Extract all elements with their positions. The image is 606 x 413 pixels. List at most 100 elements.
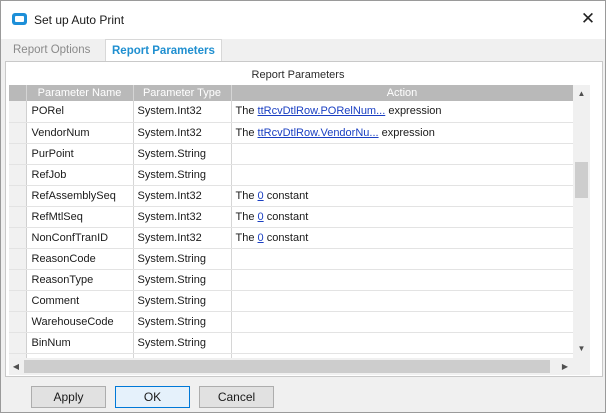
close-icon[interactable]: ✕ <box>577 7 599 31</box>
action-link[interactable]: ttRcvDtlRow.VendorNu... <box>258 127 379 139</box>
parameter-type-cell[interactable]: System.String <box>133 248 232 270</box>
parameter-name-cell[interactable]: RefMtlSeq <box>26 206 134 228</box>
parameter-name-cell[interactable]: Comment <box>26 290 134 312</box>
table-row[interactable]: NonConfTranID System.Int32 The 0 constant <box>9 227 573 249</box>
parameter-name-cell[interactable]: NonConfTranID <box>26 227 134 249</box>
parameter-type-cell[interactable]: System.String <box>133 332 232 354</box>
parameter-name-cell[interactable]: RefAssemblySeq <box>26 185 134 207</box>
parameter-type-cell[interactable]: System.Int32 <box>133 101 232 123</box>
report-parameters-panel: Report Parameters Parameter Name Paramet… <box>5 61 603 377</box>
row-selector[interactable] <box>9 206 27 228</box>
tab-strip: Report Options Report Parameters <box>1 39 605 61</box>
row-selector-header <box>9 85 27 101</box>
parameter-name-cell[interactable]: ReasonType <box>26 269 134 291</box>
parameters-grid: Parameter Name Parameter Type Action POR… <box>9 85 573 358</box>
action-suffix: constant <box>263 210 309 223</box>
action-cell[interactable] <box>231 269 573 291</box>
grid-body: PORel System.Int32 The ttRcvDtlRow.PORelNu… <box>9 101 573 358</box>
parameter-type-cell[interactable]: System.String <box>133 143 232 165</box>
action-cell[interactable]: The ttRcvDtlRow.PORelNum... expression <box>231 101 573 123</box>
action-cell[interactable] <box>231 290 573 312</box>
parameter-type-cell[interactable]: System.String <box>133 269 232 291</box>
action-prefix: The <box>235 126 258 139</box>
scroll-left-icon[interactable]: ◀ <box>10 361 22 372</box>
action-suffix: constant <box>263 231 309 244</box>
parameter-type-cell[interactable]: System.String <box>133 311 232 333</box>
row-selector[interactable] <box>9 227 27 249</box>
column-header-parameter-name[interactable]: Parameter Name <box>26 85 134 101</box>
action-cell[interactable] <box>231 164 573 186</box>
parameters-table: Parameter Name Parameter Type Action POR… <box>9 85 573 358</box>
row-selector[interactable] <box>9 143 27 165</box>
horizontal-scrollbar[interactable]: ◀ ▶ <box>9 358 573 375</box>
column-header-action[interactable]: Action <box>231 85 573 101</box>
apply-button[interactable]: Apply <box>31 386 106 408</box>
vertical-scrollbar[interactable]: ▲ ▼ <box>573 85 590 358</box>
table-row[interactable]: PurPoint System.String <box>9 143 573 165</box>
app-window-icon <box>12 13 27 25</box>
action-cell[interactable] <box>231 332 573 354</box>
table-row[interactable]: PORel System.Int32 The ttRcvDtlRow.PORelNu… <box>9 101 573 123</box>
action-prefix: The <box>235 210 258 223</box>
action-prefix: The <box>235 105 258 118</box>
row-selector[interactable] <box>9 269 27 291</box>
scroll-down-icon[interactable]: ▼ <box>573 344 590 354</box>
ok-button[interactable]: OK <box>115 386 190 408</box>
parameter-name-cell[interactable]: PurPoint <box>26 143 134 165</box>
grid-caption: Report Parameters <box>251 69 345 81</box>
parameter-type-cell[interactable]: System.String <box>133 290 232 312</box>
column-header-parameter-type[interactable]: Parameter Type <box>133 85 232 101</box>
row-selector[interactable] <box>9 248 27 270</box>
table-row[interactable]: WarehouseCode System.String <box>9 311 573 333</box>
action-cell[interactable]: The 0 constant <box>231 227 573 249</box>
cancel-button[interactable]: Cancel <box>199 386 274 408</box>
table-row[interactable]: RefJob System.String <box>9 164 573 186</box>
parameter-type-cell[interactable]: System.Int32 <box>133 122 232 144</box>
row-selector[interactable] <box>9 122 27 144</box>
dialog-window: Set up Auto Print ✕ Report Options Repor… <box>0 0 606 413</box>
parameter-type-cell[interactable]: System.Int32 <box>133 206 232 228</box>
parameter-type-cell[interactable]: System.Int32 <box>133 227 232 249</box>
table-row[interactable]: RefAssemblySeq System.Int32 The 0 constant <box>9 185 573 207</box>
row-selector[interactable] <box>9 311 27 333</box>
action-cell[interactable]: The 0 constant <box>231 206 573 228</box>
action-prefix: The <box>235 231 258 244</box>
scroll-up-icon[interactable]: ▲ <box>573 89 590 99</box>
table-row[interactable]: VendorNum System.Int32 The ttRcvDtlRow.Ven… <box>9 122 573 144</box>
parameter-name-cell[interactable]: ReasonCode <box>26 248 134 270</box>
table-row[interactable]: RefMtlSeq System.Int32 The 0 constant <box>9 206 573 228</box>
row-selector[interactable] <box>9 101 27 123</box>
scrollbar-corner <box>573 358 590 375</box>
table-row[interactable]: ReasonType System.String <box>9 269 573 291</box>
row-selector[interactable] <box>9 290 27 312</box>
tab-report-options[interactable]: Report Options <box>7 39 96 61</box>
horizontal-scroll-thumb[interactable] <box>24 360 550 373</box>
row-selector[interactable] <box>9 164 27 186</box>
parameter-name-cell[interactable]: BinNum <box>26 332 134 354</box>
parameter-name-cell[interactable]: RefJob <box>26 164 134 186</box>
action-cell[interactable] <box>231 248 573 270</box>
window-title: Set up Auto Print <box>34 13 125 27</box>
action-cell[interactable] <box>231 311 573 333</box>
scroll-right-icon[interactable]: ▶ <box>559 361 571 372</box>
action-suffix: constant <box>263 189 309 202</box>
table-row[interactable]: ReasonCode System.String <box>9 248 573 270</box>
row-selector[interactable] <box>9 332 27 354</box>
tab-report-parameters[interactable]: Report Parameters <box>105 39 222 61</box>
action-suffix: expression <box>385 105 442 118</box>
parameter-type-cell[interactable]: System.Int32 <box>133 185 232 207</box>
table-row[interactable]: BinNum System.String <box>9 332 573 354</box>
parameter-name-cell[interactable]: VendorNum <box>26 122 134 144</box>
action-link[interactable]: ttRcvDtlRow.PORelNum... <box>258 105 386 117</box>
grid-header-row: Parameter Name Parameter Type Action <box>9 85 573 101</box>
parameter-name-cell[interactable]: PORel <box>26 101 134 123</box>
action-cell[interactable]: The 0 constant <box>231 185 573 207</box>
action-cell[interactable] <box>231 143 573 165</box>
row-selector[interactable] <box>9 185 27 207</box>
table-row[interactable]: Comment System.String <box>9 290 573 312</box>
parameter-type-cell[interactable]: System.String <box>133 164 232 186</box>
action-prefix: The <box>235 189 258 202</box>
action-cell[interactable]: The ttRcvDtlRow.VendorNu... expression <box>231 122 573 144</box>
parameter-name-cell[interactable]: WarehouseCode <box>26 311 134 333</box>
vertical-scroll-thumb[interactable] <box>575 162 588 198</box>
